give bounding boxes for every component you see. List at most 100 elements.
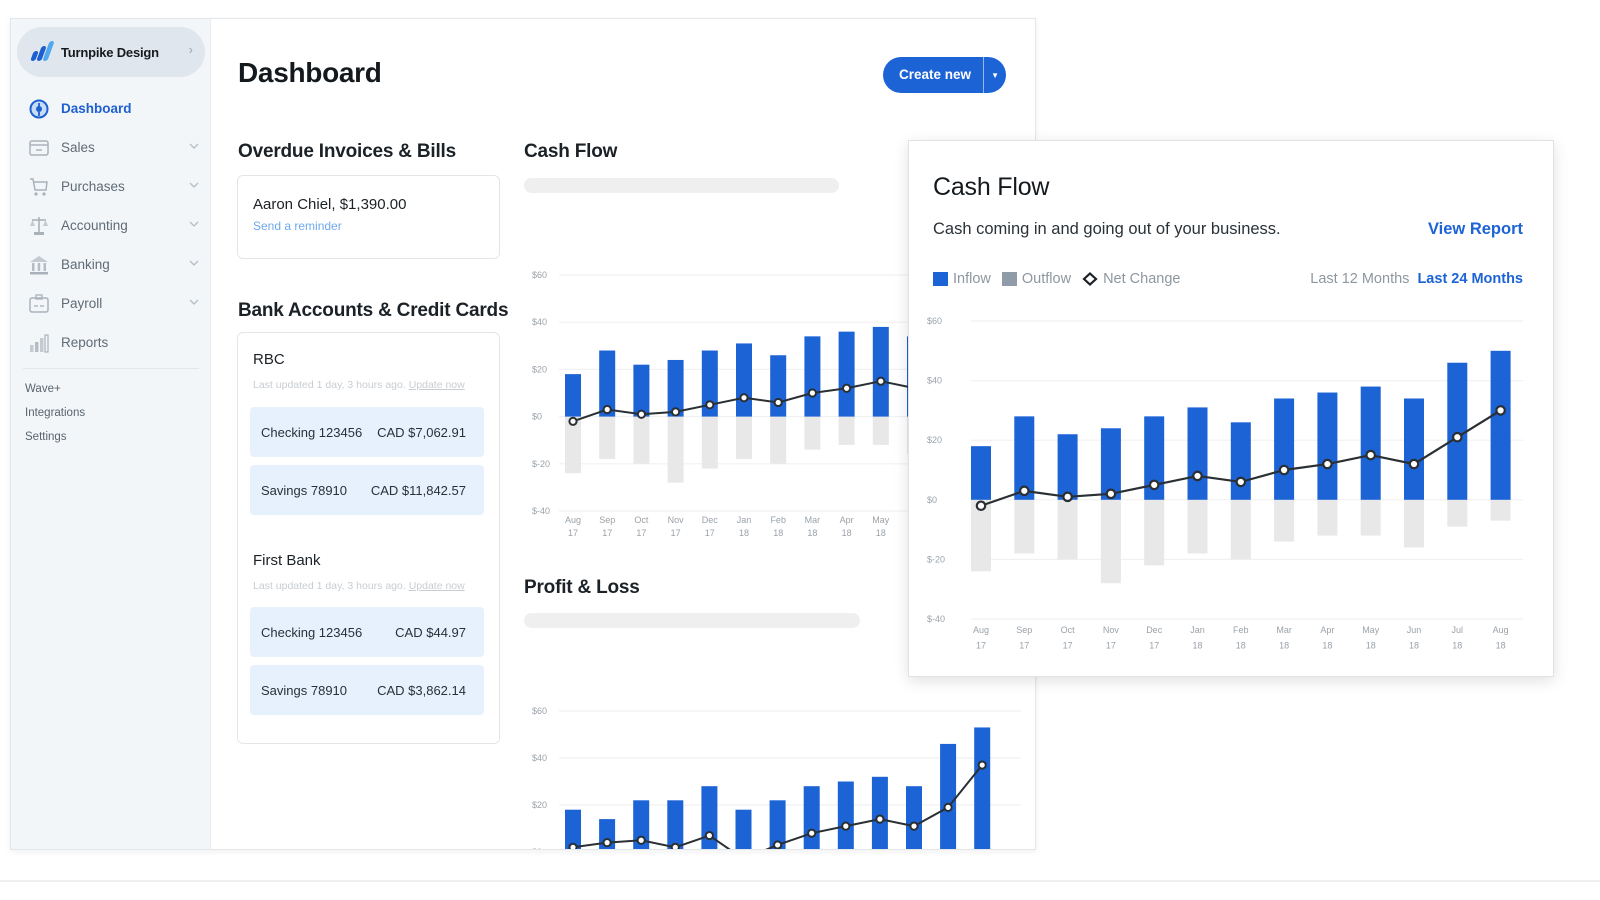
inflow-bar bbox=[770, 355, 787, 417]
inflow-bar bbox=[633, 364, 650, 417]
outflow-bar bbox=[1490, 499, 1511, 521]
inflow-bar bbox=[1230, 422, 1251, 500]
sidebar-item-sales[interactable]: Sales bbox=[11, 128, 211, 167]
x-tick-label-month: Feb bbox=[770, 515, 786, 525]
legend-net-change[interactable]: Net Change bbox=[1082, 271, 1180, 287]
x-tick-label-year: 18 bbox=[1366, 641, 1376, 651]
sidebar-link-wave-plus[interactable]: Wave+ bbox=[11, 377, 211, 401]
inflow-bar bbox=[971, 446, 991, 500]
sidebar-item-payroll[interactable]: Payroll bbox=[11, 284, 211, 323]
x-tick-label-month: May bbox=[872, 515, 890, 525]
account-balance: CAD $7,062.91 bbox=[377, 424, 466, 440]
send-reminder-link[interactable]: Send a reminder bbox=[253, 219, 342, 233]
chevron-down-icon bbox=[189, 221, 199, 227]
x-tick-label-year: 18 bbox=[1409, 641, 1419, 651]
net-change-point bbox=[1365, 449, 1376, 461]
inflow-bar bbox=[1057, 434, 1078, 500]
net-change-point bbox=[568, 842, 578, 849]
cashflow-popup-card: Cash Flow Cash coming in and going out o… bbox=[908, 140, 1554, 677]
net-change-diamond-icon bbox=[1082, 272, 1098, 286]
net-change-point bbox=[670, 842, 680, 849]
inflow-bar bbox=[736, 343, 752, 417]
x-tick-label-year: 17 bbox=[705, 528, 715, 538]
cashflow-loading-placeholder bbox=[524, 178, 839, 193]
net-change-point bbox=[602, 838, 612, 848]
y-tick-label: $-20 bbox=[532, 459, 550, 469]
net-change-point bbox=[1062, 491, 1073, 503]
bank-icon bbox=[29, 255, 49, 275]
net-change-point bbox=[1408, 458, 1420, 470]
x-tick-label-year: 17 bbox=[1106, 641, 1116, 651]
x-tick-label-month: Dec bbox=[702, 515, 719, 525]
y-tick-label: $-40 bbox=[927, 614, 945, 624]
cashflow-dashboard-chart: $60 $40 $20 $0 $-20 $-40 Aug 17 Sep 17 Oct 17 Nov 17 D… bbox=[532, 270, 931, 538]
net-change-point bbox=[704, 830, 714, 841]
y-tick-label: $0 bbox=[532, 412, 542, 422]
y-tick-label: $20 bbox=[927, 435, 942, 445]
net-change-point bbox=[568, 416, 578, 426]
net-change-point bbox=[807, 828, 817, 838]
account-row[interactable]: Checking 123456 CAD $7,062.91 bbox=[250, 407, 484, 457]
net-change-point bbox=[1322, 458, 1333, 470]
update-now-link[interactable]: Update now bbox=[409, 379, 465, 391]
y-tick-label: $20 bbox=[532, 364, 547, 374]
legend-inflow[interactable]: Inflow bbox=[933, 271, 991, 287]
outflow-bar bbox=[1404, 499, 1424, 548]
sidebar-item-label: Banking bbox=[61, 257, 110, 272]
updated-label: Last updated 1 day, 3 hours ago. bbox=[253, 379, 406, 391]
sidebar-item-reports[interactable]: Reports bbox=[11, 323, 211, 362]
account-row[interactable]: Savings 78910 CAD $11,842.57 bbox=[250, 465, 484, 515]
x-tick-label-year: 18 bbox=[1279, 641, 1289, 651]
sidebar-item-dashboard[interactable]: Dashboard bbox=[11, 89, 211, 128]
create-new-dropdown-caret-icon[interactable]: ▼ bbox=[984, 57, 1006, 93]
account-name: Checking 123456 bbox=[261, 624, 363, 640]
x-tick-label-year: 17 bbox=[568, 528, 578, 538]
inflow-bar bbox=[906, 786, 922, 849]
chevron-down-icon bbox=[189, 182, 199, 188]
outflow-bar bbox=[1230, 499, 1251, 560]
view-report-link[interactable]: View Report bbox=[1428, 220, 1523, 239]
account-row[interactable]: Checking 123456 CAD $44.97 bbox=[250, 607, 484, 657]
update-now-link[interactable]: Update now bbox=[409, 580, 465, 592]
sidebar-item-banking[interactable]: Banking bbox=[11, 245, 211, 284]
x-tick-label-year: 18 bbox=[1452, 641, 1462, 651]
sidebar-item-purchases[interactable]: Purchases bbox=[11, 167, 211, 206]
net-change-point bbox=[773, 840, 783, 849]
profit-loss-loading-placeholder bbox=[524, 613, 860, 628]
inflow-bar bbox=[1404, 398, 1424, 500]
x-tick-label-month: Apr bbox=[840, 515, 854, 525]
chevron-down-icon bbox=[189, 299, 199, 305]
net-change-point bbox=[636, 835, 646, 845]
y-tick-label: $40 bbox=[532, 317, 547, 327]
inflow-swatch-icon bbox=[933, 272, 948, 286]
x-tick-label-month: Jan bbox=[737, 515, 752, 525]
sidebar-item-accounting[interactable]: Accounting bbox=[11, 206, 211, 245]
bank-accounts-card: RBC Last updated 1 day, 3 hours ago. Upd… bbox=[237, 332, 500, 744]
overdue-section-title: Overdue Invoices & Bills bbox=[238, 141, 457, 162]
create-new-button[interactable]: Create new bbox=[883, 57, 985, 93]
chevron-down-icon bbox=[189, 260, 199, 266]
legend-outflow[interactable]: Outflow bbox=[1001, 271, 1071, 287]
account-balance: CAD $3,862.14 bbox=[377, 682, 466, 698]
inflow-bar bbox=[872, 326, 889, 417]
x-tick-label-year: 17 bbox=[671, 528, 681, 538]
x-tick-label-month: Oct bbox=[1061, 625, 1076, 635]
y-tick-label: $-20 bbox=[927, 554, 945, 564]
account-row[interactable]: Savings 78910 CAD $3,862.14 bbox=[250, 665, 484, 715]
x-tick-label-month: Feb bbox=[1233, 625, 1249, 635]
y-tick-label: $0 bbox=[532, 847, 542, 850]
account-balance: CAD $11,842.57 bbox=[370, 482, 466, 498]
inflow-bar bbox=[838, 331, 855, 417]
x-tick-label-year: 18 bbox=[1236, 641, 1246, 651]
net-change-point bbox=[943, 802, 953, 812]
y-tick-label: $-40 bbox=[532, 506, 550, 516]
net-change-point bbox=[1148, 479, 1160, 491]
bank-name-rbc: RBC bbox=[253, 351, 285, 368]
sidebar-link-settings[interactable]: Settings bbox=[11, 425, 211, 449]
inflow-bar bbox=[974, 727, 991, 849]
y-tick-label: $40 bbox=[927, 376, 942, 386]
range-last-24-months[interactable]: Last 24 Months bbox=[1417, 271, 1523, 287]
business-switcher[interactable]: Turnpike Design › bbox=[17, 27, 205, 77]
sidebar-link-integrations[interactable]: Integrations bbox=[11, 401, 211, 425]
range-last-12-months[interactable]: Last 12 Months bbox=[1310, 271, 1409, 287]
